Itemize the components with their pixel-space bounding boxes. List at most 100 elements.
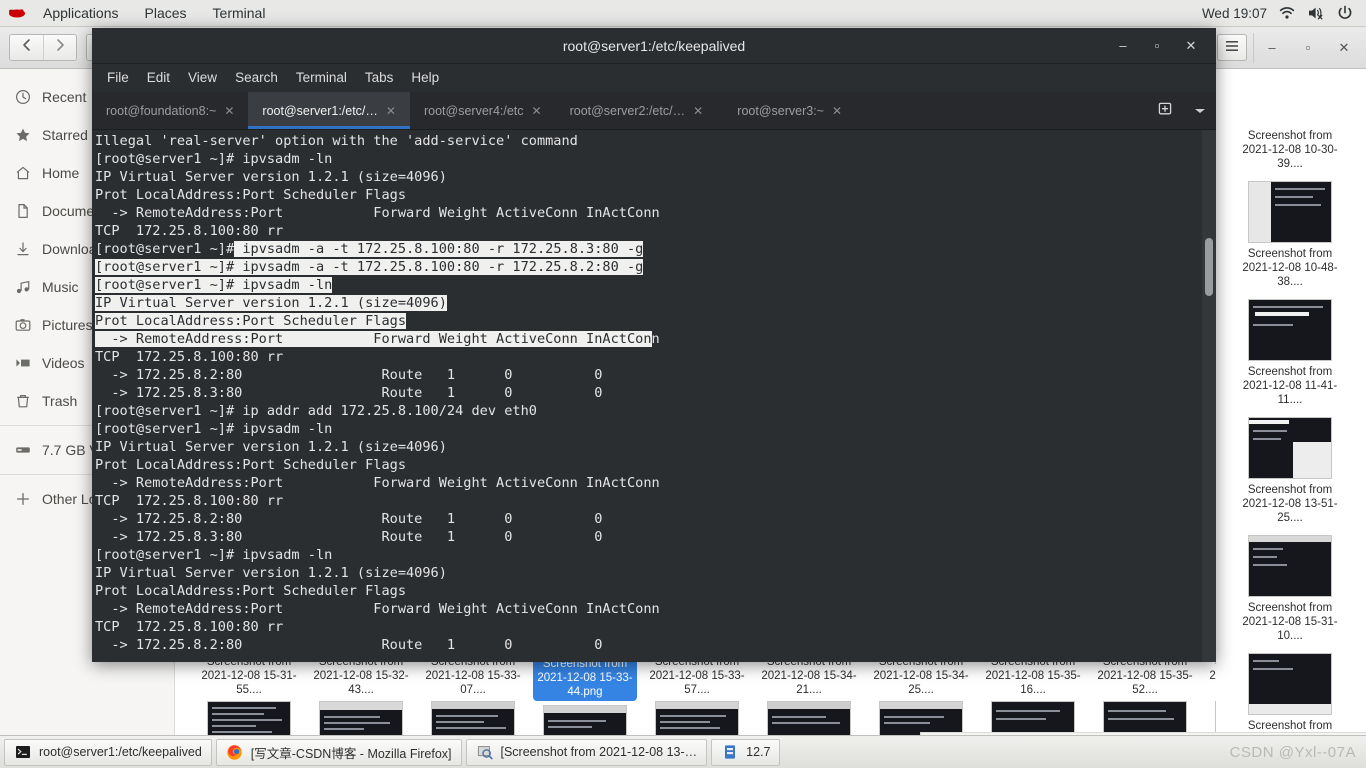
file-thumbnail bbox=[1248, 535, 1332, 597]
clock[interactable]: Wed 19:07 bbox=[1202, 6, 1267, 21]
file-item[interactable]: Screenshot from 2021-12-08 15-35-16.... bbox=[977, 651, 1089, 735]
menu-view[interactable]: View bbox=[179, 65, 226, 91]
terminal-line: IP Virtual Server version 1.2.1 (size=40… bbox=[95, 169, 447, 185]
clock-icon bbox=[14, 89, 31, 106]
taskbar-item-terminal[interactable]: root@server1:/etc/keepalived bbox=[4, 738, 212, 766]
file-item[interactable]: Screenshot from 2021-12-08 11-41-11.... bbox=[1234, 293, 1346, 407]
file-column-right: Screenshot from 2021-12-08 10-30-39.... … bbox=[1216, 69, 1366, 735]
file-thumbnail bbox=[655, 701, 739, 735]
music-note-icon bbox=[14, 279, 31, 296]
terminal-line: -> 172.25.8.2:80 Route 1 0 0 bbox=[95, 367, 603, 383]
camera-icon bbox=[14, 317, 31, 334]
file-item[interactable]: Screenshot from 2021-12-08 10-48-38.... bbox=[1234, 175, 1346, 289]
file-item[interactable]: Screenshot from 2021-12-08 15-34-21.... bbox=[753, 651, 865, 735]
file-label: Screenshot from 2021-12-08 11-41-11.... bbox=[1242, 366, 1338, 406]
sidebar-label: Starred bbox=[42, 127, 88, 143]
fm-maximize-button[interactable]: ▫ bbox=[1290, 33, 1326, 63]
wifi-icon[interactable] bbox=[1278, 4, 1296, 22]
drive-icon bbox=[14, 442, 31, 459]
terminal-icon bbox=[14, 743, 32, 761]
terminal-title-bar[interactable]: root@server1:/etc/keepalived – ▫ ✕ bbox=[92, 28, 1216, 64]
tab-server1[interactable]: root@server1:/etc/… ✕ bbox=[248, 92, 410, 129]
file-thumbnail bbox=[1248, 653, 1332, 715]
file-thumbnail bbox=[767, 701, 851, 735]
tab-label: root@foundation8:~ bbox=[106, 103, 217, 118]
sidebar-label: Home bbox=[42, 165, 80, 181]
terminal-tab-bar: root@foundation8:~ ✕ root@server1:/etc/…… bbox=[92, 92, 1216, 130]
file-item[interactable]: Screenshot from 2021-12-08 15-31-55.... bbox=[193, 651, 305, 735]
tab-server2[interactable]: root@server2:/etc/… ✕ bbox=[556, 92, 718, 129]
tab-list-button[interactable] bbox=[1184, 92, 1216, 129]
menu-file[interactable]: File bbox=[98, 65, 138, 91]
taskbar-item-file-manager[interactable]: 12.7 bbox=[711, 738, 781, 766]
file-item[interactable]: Screenshot from 2021-12-08 10-30-39.... bbox=[1234, 123, 1346, 171]
terminal-line: -> 172.25.8.3:80 Route 1 0 0 bbox=[95, 385, 603, 401]
menu-edit[interactable]: Edit bbox=[138, 65, 179, 91]
terminal-line: [root@server1 ~]# ipvsadm -a -t 172.25.8… bbox=[95, 240, 1202, 258]
menu-help[interactable]: Help bbox=[402, 65, 448, 91]
file-item[interactable]: Screenshot from 2021-12-08 13-51-25.... bbox=[1234, 411, 1346, 525]
file-label: Screenshot from 2021-12-08 15-31-10.... bbox=[1242, 602, 1338, 642]
top-menu-places[interactable]: Places bbox=[132, 0, 200, 26]
file-item[interactable]: Screenshot from 2021-12-08 15-32-43.... bbox=[305, 651, 417, 735]
terminal-line: -> 172.25.8.3:80 Route 1 0 0 bbox=[95, 529, 603, 545]
firefox-icon bbox=[226, 743, 244, 761]
taskbar-label: [写文章-CSDN博客 - Mozilla Firefox] bbox=[250, 746, 452, 761]
file-item[interactable]: Screenshot from 2021-12-08 15-31-10.... bbox=[1234, 529, 1346, 643]
terminal-scrollbar[interactable] bbox=[1202, 130, 1216, 662]
terminal-body[interactable]: Illegal 'real-server' option with the 'a… bbox=[92, 130, 1216, 662]
file-item[interactable]: Screenshot from 2021-12-08 15-33-57.... bbox=[641, 651, 753, 735]
back-chevron-icon bbox=[20, 38, 34, 57]
menu-search[interactable]: Search bbox=[226, 65, 287, 91]
terminal-maximize-button[interactable]: ▫ bbox=[1140, 32, 1174, 60]
fm-close-button[interactable]: ✕ bbox=[1326, 33, 1362, 63]
power-icon[interactable] bbox=[1336, 4, 1354, 22]
sidebar-label: Trash bbox=[42, 393, 78, 409]
terminal-line: [root@server1 ~]# ipvsadm -ln bbox=[95, 276, 1202, 294]
volume-muted-icon[interactable] bbox=[1307, 4, 1325, 22]
tab-server3[interactable]: root@server3:~ ✕ bbox=[717, 92, 862, 129]
file-item[interactable]: Screenshot from 2021-12-08 15-35-52.... bbox=[1089, 651, 1201, 735]
close-icon[interactable]: ✕ bbox=[532, 104, 542, 118]
fm-minimize-button[interactable]: – bbox=[1254, 33, 1290, 63]
file-item-selected[interactable]: Screenshot from 2021-12-08 15-33-44.png bbox=[529, 651, 641, 735]
close-icon[interactable]: ✕ bbox=[224, 104, 234, 118]
close-icon[interactable]: ✕ bbox=[832, 104, 842, 118]
selected-text: Prot LocalAddress:Port Scheduler Flags bbox=[95, 313, 406, 329]
taskbar-item-firefox[interactable]: [写文章-CSDN博客 - Mozilla Firefox] bbox=[215, 738, 462, 766]
close-icon[interactable]: ✕ bbox=[386, 104, 396, 118]
terminal-scrollbar-thumb[interactable] bbox=[1205, 238, 1213, 296]
terminal-output[interactable]: Illegal 'real-server' option with the 'a… bbox=[92, 130, 1202, 662]
file-item[interactable]: Screenshot from 2021-12-08 15-... bbox=[1234, 647, 1346, 735]
terminal-line: [root@server1 ~]# ip addr add 172.25.8.1… bbox=[95, 403, 537, 419]
menu-terminal[interactable]: Terminal bbox=[287, 65, 356, 91]
file-item[interactable]: Screenshot from 2021-12-08 15-33-07.... bbox=[417, 651, 529, 735]
forward-chevron-icon bbox=[53, 38, 67, 57]
terminal-close-button[interactable]: ✕ bbox=[1174, 32, 1208, 60]
terminal-text: [root@server1 ~]# bbox=[95, 241, 235, 257]
top-menu-applications[interactable]: Applications bbox=[30, 0, 132, 26]
new-tab-button[interactable] bbox=[1146, 92, 1184, 129]
file-item[interactable]: Screenshot from 2021-12-08 15-34-25.... bbox=[865, 651, 977, 735]
terminal-minimize-button[interactable]: – bbox=[1106, 32, 1140, 60]
selected-text: [root@server1 ~]# ipvsadm -ln bbox=[95, 277, 333, 293]
tab-foundation8[interactable]: root@foundation8:~ ✕ bbox=[92, 92, 248, 129]
file-thumbnail bbox=[543, 705, 627, 735]
taskbar-item-image-viewer[interactable]: [Screenshot from 2021-12-08 13-… bbox=[465, 738, 708, 766]
taskbar-label: [Screenshot from 2021-12-08 13-… bbox=[500, 745, 698, 759]
forward-button[interactable] bbox=[43, 35, 76, 60]
terminal-window: root@server1:/etc/keepalived – ▫ ✕ File … bbox=[92, 28, 1216, 662]
terminal-line: -> RemoteAddress:Port Forward Weight Act… bbox=[95, 330, 1202, 348]
back-button[interactable] bbox=[10, 35, 43, 60]
terminal-line: [root@server1 ~]# ipvsadm -ln bbox=[95, 421, 333, 437]
terminal-line: TCP 172.25.8.100:80 rr bbox=[95, 619, 284, 635]
file-manager-menu-button[interactable] bbox=[1217, 34, 1247, 61]
file-manager-icon bbox=[721, 743, 739, 761]
menu-tabs[interactable]: Tabs bbox=[356, 65, 403, 91]
file-thumbnail bbox=[991, 701, 1075, 735]
home-icon bbox=[14, 165, 31, 182]
tab-server4[interactable]: root@server4:/etc ✕ bbox=[410, 92, 556, 129]
close-icon[interactable]: ✕ bbox=[693, 104, 703, 118]
top-menu-terminal[interactable]: Terminal bbox=[200, 0, 279, 26]
star-icon bbox=[14, 127, 31, 144]
